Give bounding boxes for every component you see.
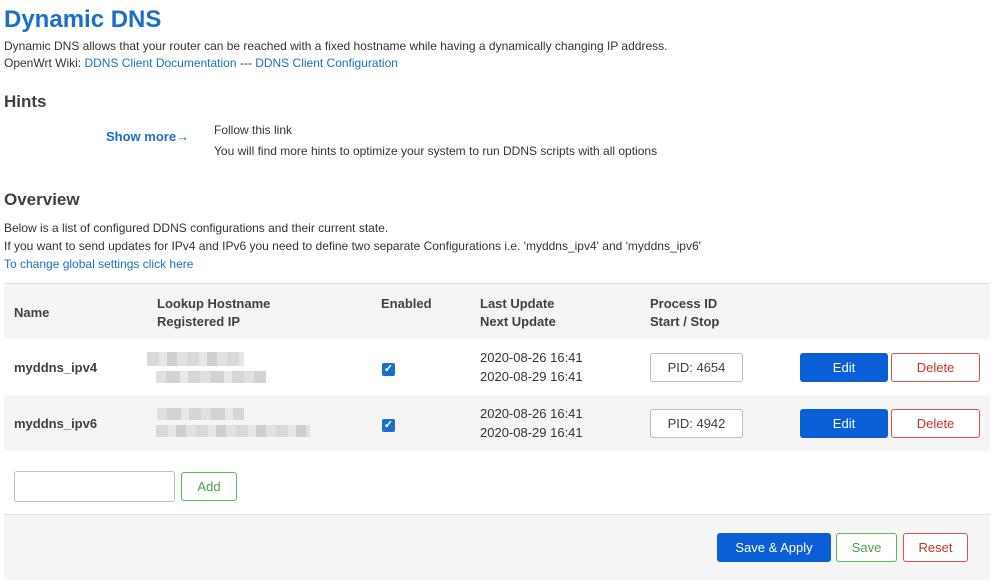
reset-button[interactable]: Reset (903, 533, 968, 562)
page-title: Dynamic DNS (4, 6, 162, 33)
global-settings-link[interactable]: To change global settings click here (4, 257, 193, 271)
wiki-prefix: OpenWrt Wiki: (4, 56, 85, 70)
pid-start-stop-button[interactable]: PID: 4942 (650, 409, 743, 438)
header-name: Name (14, 305, 50, 320)
next-update: 2020-08-29 16:41 (480, 425, 583, 440)
config-name: myddns_ipv4 (14, 360, 98, 375)
redacted-hostname (157, 408, 244, 420)
checkbox-checked-icon[interactable]: ✓ (382, 363, 395, 376)
ddns-documentation-link[interactable]: DDNS Client Documentation (84, 56, 236, 70)
wiki-separator: --- (236, 56, 256, 70)
ddns-configuration-link[interactable]: DDNS Client Configuration (255, 56, 398, 70)
ddns-table: Name Lookup Hostname Registered IP Enabl… (4, 283, 990, 451)
last-update: 2020-08-26 16:41 (480, 406, 583, 421)
delete-button[interactable]: Delete (891, 409, 980, 438)
table-row: myddns_ipv6 ✓ 2020-08-26 16:41 2020-08-2… (4, 395, 990, 451)
hint-line-2: You will find more hints to optimize you… (214, 144, 658, 158)
hints-heading: Hints (4, 92, 47, 111)
overview-heading: Overview (4, 190, 80, 209)
edit-button[interactable]: Edit (800, 353, 888, 382)
save-button[interactable]: Save (836, 533, 897, 562)
last-update: 2020-08-26 16:41 (480, 350, 583, 365)
edit-button[interactable]: Edit (800, 409, 888, 438)
add-button[interactable]: Add (181, 472, 237, 501)
hint-line-1: Follow this link (214, 123, 293, 137)
redacted-ip (156, 425, 310, 437)
checkbox-checked-icon[interactable]: ✓ (382, 419, 395, 432)
header-last-update: Last Update (480, 296, 555, 311)
header-next-update: Next Update (480, 314, 556, 329)
config-name: myddns_ipv6 (14, 416, 98, 431)
redacted-ip (156, 371, 266, 383)
save-apply-button[interactable]: Save & Apply (717, 533, 831, 562)
header-start-stop: Start / Stop (650, 314, 720, 329)
new-config-name-input[interactable] (14, 471, 175, 502)
show-more-link[interactable]: Show more→ (106, 129, 189, 144)
page-description: Dynamic DNS allows that your router can … (4, 39, 668, 53)
wiki-links: OpenWrt Wiki: DDNS Client Documentation … (4, 56, 398, 70)
next-update: 2020-08-29 16:41 (480, 369, 583, 384)
header-registered-ip: Registered IP (157, 314, 241, 329)
header-enabled: Enabled (381, 296, 432, 311)
overview-text-1: Below is a list of configured DDNS confi… (4, 221, 389, 235)
pid-start-stop-button[interactable]: PID: 4654 (650, 353, 743, 382)
header-lookup-hostname: Lookup Hostname (157, 296, 271, 311)
header-process-id: Process ID (650, 296, 718, 311)
table-header: Name Lookup Hostname Registered IP Enabl… (4, 283, 990, 339)
redacted-hostname (147, 352, 244, 366)
table-row: myddns_ipv4 ✓ 2020-08-26 16:41 2020-08-2… (4, 339, 990, 395)
delete-button[interactable]: Delete (891, 353, 980, 382)
action-footer: Save & Apply Save Reset (4, 514, 990, 580)
overview-text-2: If you want to send updates for IPv4 and… (4, 239, 701, 253)
